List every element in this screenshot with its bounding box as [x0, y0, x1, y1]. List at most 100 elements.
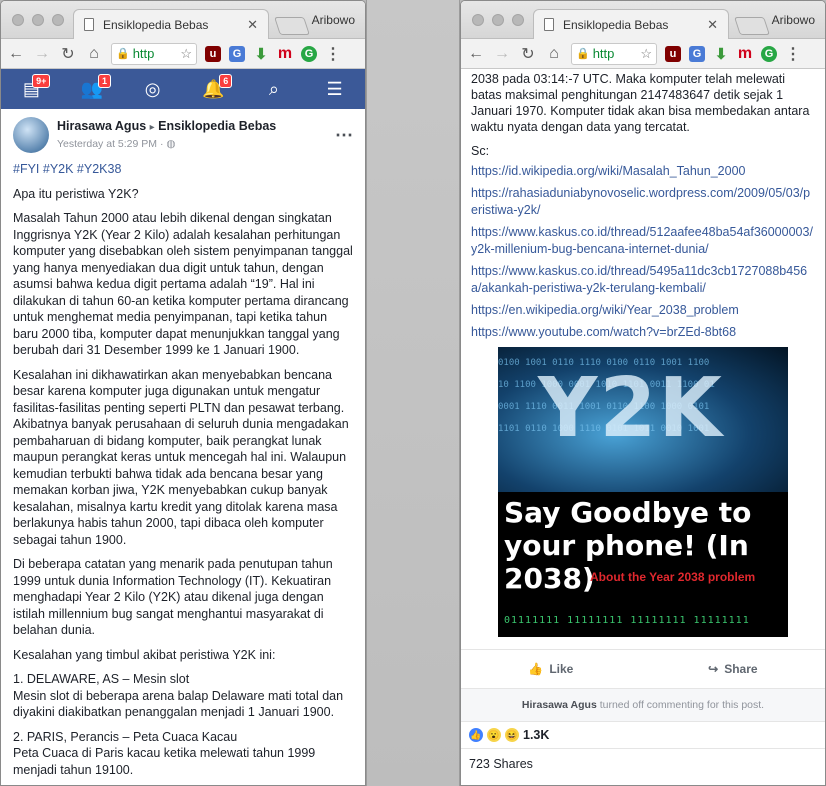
- haha-reaction-icon: 😆: [505, 728, 519, 742]
- new-tab-button[interactable]: [274, 17, 310, 35]
- share-button[interactable]: ↪ Share: [708, 662, 757, 676]
- y2k-big-text: Y2K: [538, 361, 724, 456]
- image-bits: 01111111 11111111 11111111 11111111: [504, 615, 750, 626]
- lock-icon: 🔒: [116, 48, 130, 60]
- desktop-gap: [366, 0, 460, 786]
- close-tab-icon[interactable]: ✕: [707, 17, 718, 33]
- forward-icon[interactable]: →: [493, 45, 511, 63]
- reload-icon[interactable]: ↻: [519, 44, 537, 64]
- image-subtitle: About the Year 2038 problem: [590, 570, 756, 584]
- source-link[interactable]: https://www.youtube.com/watch?v=brZEd-8b…: [471, 324, 815, 341]
- back-icon[interactable]: ←: [467, 45, 485, 63]
- post-paragraph: Kesalahan ini dikhawatirkan akan menyeba…: [13, 367, 349, 547]
- share-label: Share: [724, 662, 758, 676]
- browser-menu-icon[interactable]: ⋮: [785, 44, 801, 64]
- browser-tab[interactable]: Ensiklopedia Bebas ✕: [73, 9, 269, 39]
- share-arrow-icon: ↪: [708, 662, 719, 676]
- post-author[interactable]: Hirasawa Agus: [57, 119, 146, 133]
- download-extension-icon[interactable]: ⬇: [253, 46, 269, 63]
- like-reaction-icon: 👍: [469, 728, 483, 742]
- maximize-window-button[interactable]: [52, 14, 64, 26]
- post-author-line: Hirasawa Agus ▸ Ensiklopedia Bebas: [57, 118, 276, 137]
- more-options-icon[interactable]: ⋯: [335, 126, 353, 143]
- facebook-nav-bar: ▤ 9+ 👥 1 ◎ 🔔 6 ⌕ ☰: [1, 69, 365, 109]
- back-icon[interactable]: ←: [7, 45, 25, 63]
- translate-extension-icon[interactable]: G: [229, 45, 245, 62]
- post-header: Hirasawa Agus ▸ Ensiklopedia Bebas Yeste…: [13, 117, 353, 153]
- minimize-window-button[interactable]: [492, 14, 504, 26]
- m-extension-icon[interactable]: m: [277, 45, 293, 62]
- grammarly-extension-icon[interactable]: G: [301, 45, 317, 62]
- intro-text: 2038 pada 03:14:-7 UTC. Maka komputer te…: [471, 72, 810, 134]
- ublock-extension-icon[interactable]: u: [205, 45, 221, 62]
- page-icon: [84, 18, 94, 31]
- reactions-summary[interactable]: 👍 😮 😆 1.3K: [461, 721, 825, 748]
- hamburger-menu-icon[interactable]: ☰: [320, 74, 350, 104]
- shares-count[interactable]: 723 Shares: [461, 748, 825, 779]
- maximize-window-button[interactable]: [512, 14, 524, 26]
- home-icon[interactable]: ⌂: [85, 45, 103, 63]
- post-actions: 👍 Like ↪ Share: [461, 649, 825, 689]
- address-bar[interactable]: 🔒 http ☆: [111, 42, 197, 65]
- translate-extension-icon[interactable]: G: [689, 45, 705, 62]
- privacy-separator: ·: [159, 138, 164, 150]
- post-meta: Yesterday at 5:29 PM · ◍: [57, 136, 276, 153]
- comments-off-notice: Hirasawa Agus turned off commenting for …: [461, 689, 825, 721]
- y2k-image[interactable]: 0100 1001 0110 1110 0100 0110 1001 1100 …: [498, 347, 788, 637]
- friend-requests-icon[interactable]: 👥 1: [77, 74, 111, 104]
- profile-name[interactable]: Aribowo: [312, 13, 355, 27]
- bookmark-star-icon[interactable]: ☆: [640, 46, 652, 62]
- url-text: http: [592, 46, 615, 61]
- avatar[interactable]: [13, 117, 49, 153]
- like-button[interactable]: 👍 Like: [528, 662, 573, 676]
- reload-icon[interactable]: ↻: [59, 44, 77, 64]
- new-tab-button[interactable]: [734, 17, 770, 35]
- notifications-badge: 6: [219, 74, 233, 88]
- window-controls: [472, 14, 524, 26]
- notice-author[interactable]: Hirasawa Agus: [522, 699, 597, 711]
- address-bar[interactable]: 🔒 http ☆: [571, 42, 657, 65]
- post-time[interactable]: Yesterday at 5:29 PM: [57, 138, 157, 150]
- home-icon[interactable]: ⌂: [545, 45, 563, 63]
- post-paragraph: 2. PARIS, Perancis – Peta Cuaca Kacau Pe…: [13, 729, 316, 777]
- profile-name[interactable]: Aribowo: [772, 13, 815, 27]
- bookmark-star-icon[interactable]: ☆: [180, 46, 192, 62]
- ublock-extension-icon[interactable]: u: [665, 45, 681, 62]
- source-link[interactable]: https://www.kaskus.co.id/thread/5495a11d…: [471, 263, 815, 297]
- title-bar: Ensiklopedia Bebas ✕ Aribowo: [461, 1, 825, 39]
- browser-tab[interactable]: Ensiklopedia Bebas ✕: [533, 9, 729, 39]
- source-link[interactable]: https://rahasiaduniabynovoselic.wordpres…: [471, 185, 815, 219]
- download-extension-icon[interactable]: ⬇: [713, 46, 729, 63]
- close-window-button[interactable]: [472, 14, 484, 26]
- post-paragraph: Di beberapa catatan yang menarik pada pe…: [13, 557, 333, 637]
- news-feed-icon[interactable]: ▤ 9+: [16, 74, 51, 104]
- y2k-image-bottom: Say Goodbye to your phone! (In 2038) Abo…: [498, 492, 788, 637]
- source-link[interactable]: https://id.wikipedia.org/wiki/Masalah_Ta…: [471, 163, 815, 180]
- grammarly-extension-icon[interactable]: G: [761, 45, 777, 62]
- hashtags[interactable]: #FYI #Y2K #Y2K38: [13, 161, 353, 178]
- source-link[interactable]: https://en.wikipedia.org/wiki/Year_2038_…: [471, 302, 815, 319]
- forward-icon[interactable]: →: [33, 45, 51, 63]
- post-target[interactable]: Ensiklopedia Bebas: [158, 119, 276, 133]
- tab-title: Ensiklopedia Bebas: [103, 17, 209, 32]
- m-extension-icon[interactable]: m: [737, 45, 753, 62]
- source-links: https://id.wikipedia.org/wiki/Masalah_Ta…: [471, 163, 815, 341]
- thumbs-up-icon: 👍: [528, 662, 544, 676]
- browser-toolbar: ← → ↻ ⌂ 🔒 http ☆ u G ⬇ m G ⋮: [461, 39, 825, 69]
- close-window-button[interactable]: [12, 14, 24, 26]
- notifications-icon[interactable]: 🔔 6: [198, 74, 233, 104]
- search-icon[interactable]: ⌕: [259, 74, 289, 104]
- messenger-icon[interactable]: ◎: [138, 74, 168, 104]
- minimize-window-button[interactable]: [32, 14, 44, 26]
- source-link[interactable]: https://www.kaskus.co.id/thread/512aafee…: [471, 224, 815, 258]
- post-paragraph: Apa itu peristiwa Y2K?: [13, 186, 139, 201]
- browser-window-left: Ensiklopedia Bebas ✕ Aribowo ← → ↻ ⌂ 🔒 h…: [0, 0, 366, 786]
- notice-text: turned off commenting for this post.: [596, 699, 765, 711]
- tab-title: Ensiklopedia Bebas: [563, 17, 669, 32]
- post-paragraph: Masalah Tahun 2000 atau lebih dikenal de…: [13, 211, 353, 357]
- close-tab-icon[interactable]: ✕: [247, 17, 258, 33]
- window-controls: [12, 14, 64, 26]
- post-paragraph: Kesalahan yang timbul akibat peristiwa Y…: [13, 647, 276, 662]
- browser-menu-icon[interactable]: ⋮: [325, 44, 341, 64]
- post-paragraph: 1. DELAWARE, AS – Mesin slot Mesin slot …: [13, 672, 344, 719]
